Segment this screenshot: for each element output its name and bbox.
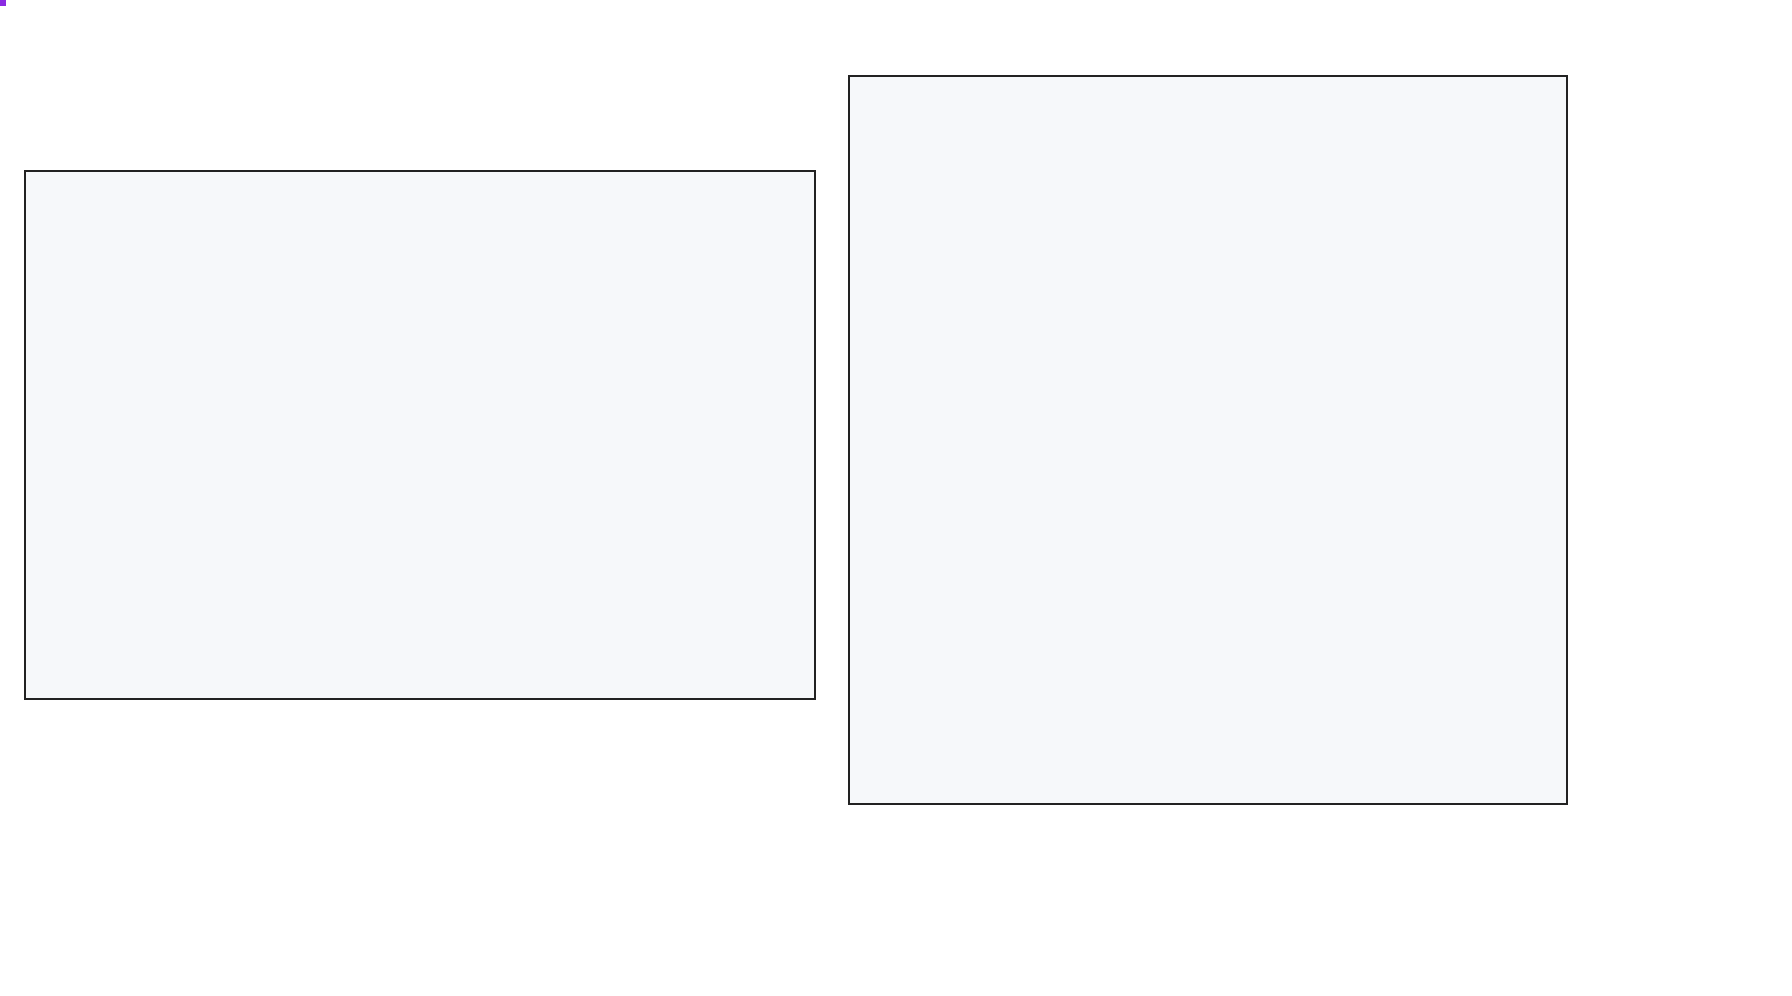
- highlight-right-custom: [0, 0, 6, 6]
- highlight-left-contact: [0, 0, 6, 6]
- highlight-right-location: [0, 0, 6, 6]
- highlight-left-custom: [0, 0, 6, 6]
- left-code-block: [24, 170, 816, 700]
- highlight-left-location: [0, 0, 6, 6]
- right-code-block: [848, 75, 1568, 805]
- diagram-stage: [0, 0, 1792, 996]
- highlight-right-contact: [0, 0, 6, 6]
